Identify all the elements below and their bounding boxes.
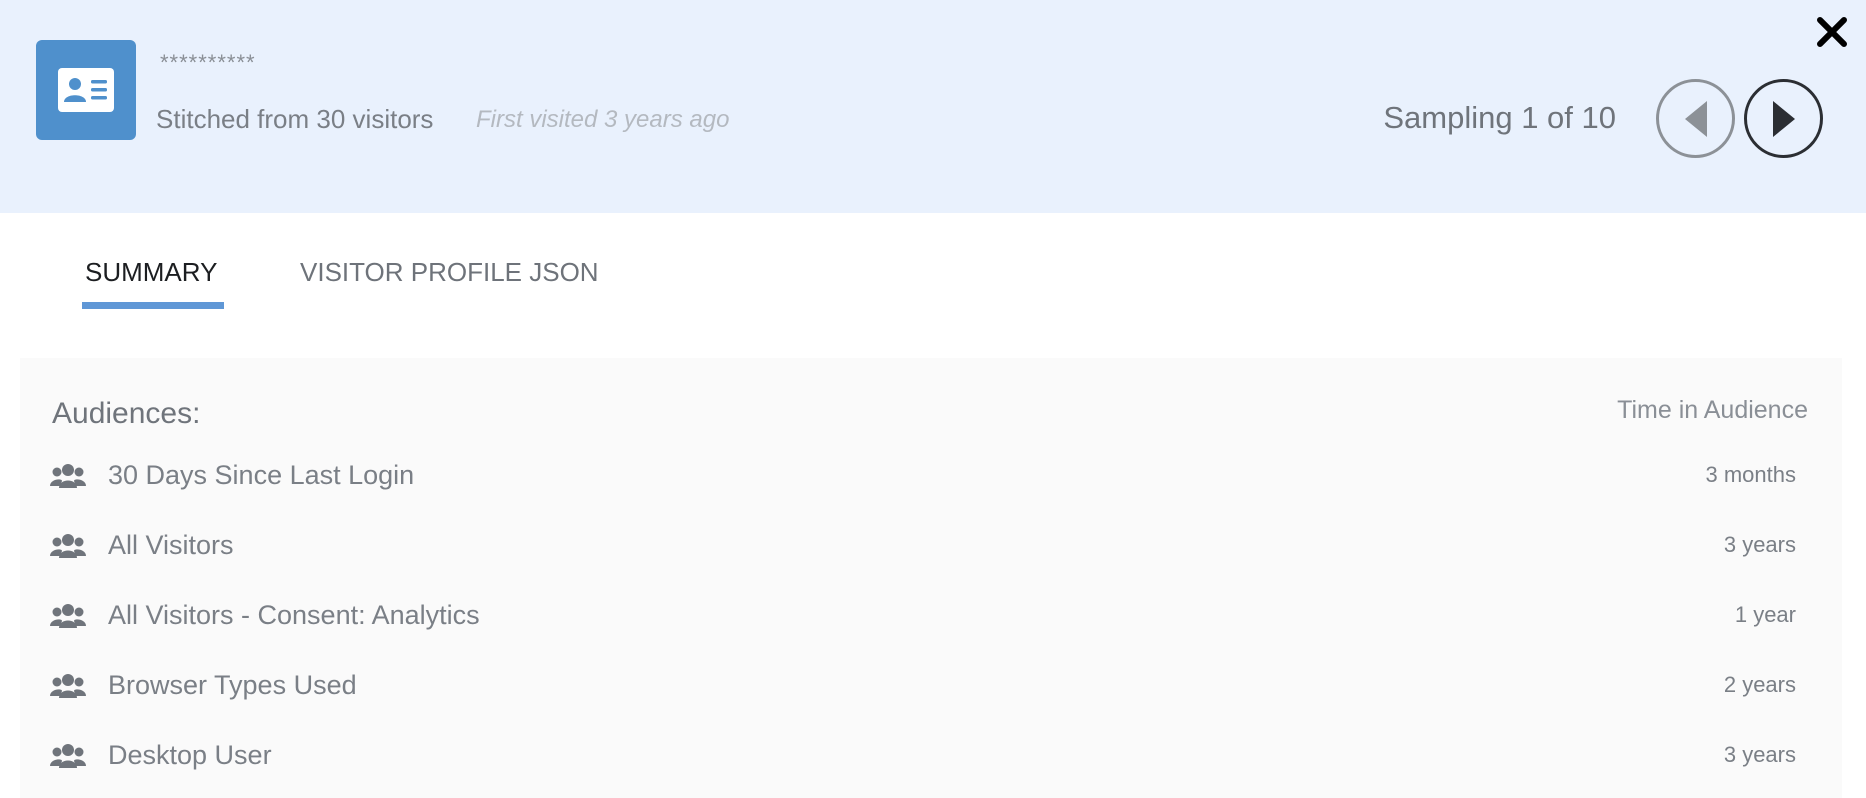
- close-icon: [1817, 17, 1847, 47]
- audiences-heading: Audiences:: [52, 397, 201, 430]
- audience-name: Browser Types Used: [108, 670, 357, 700]
- group-icon: [50, 462, 86, 497]
- tab-visitor-profile-json[interactable]: VISITOR PROFILE JSON: [300, 257, 599, 288]
- group-icon: [50, 742, 86, 777]
- audience-time: 3 years: [1723, 532, 1796, 557]
- visitor-avatar: [36, 40, 136, 140]
- active-tab-indicator: [82, 302, 224, 309]
- audience-name: Desktop User: [108, 740, 272, 770]
- audience-time: 2 years: [1723, 672, 1796, 697]
- group-icon: [50, 532, 86, 567]
- first-visited: First visited 3 years ago: [476, 106, 730, 133]
- triangle-right-icon: [1772, 100, 1795, 137]
- audience-time: 3 years: [1723, 742, 1796, 767]
- tab-summary[interactable]: SUMMARY: [85, 257, 217, 288]
- audience-row[interactable]: 30 Days Since Last Login 3 months: [50, 458, 1800, 498]
- id-card-icon: [58, 68, 114, 112]
- audience-row[interactable]: All Visitors - Consent: Analytics 1 year: [50, 598, 1800, 638]
- stitched-count: Stitched from 30 visitors: [156, 104, 434, 134]
- next-sample-button[interactable]: [1744, 79, 1823, 158]
- previous-sample-button[interactable]: [1656, 79, 1735, 158]
- sampling-indicator: Sampling 1 of 10: [1383, 100, 1616, 135]
- triangle-left-icon: [1684, 100, 1707, 137]
- audience-row[interactable]: Browser Types Used 2 years: [50, 668, 1800, 708]
- group-icon: [50, 602, 86, 637]
- audience-name: All Visitors - Consent: Analytics: [108, 600, 480, 630]
- close-button[interactable]: [1814, 14, 1850, 50]
- summary-panel: [20, 358, 1842, 798]
- group-icon: [50, 672, 86, 707]
- audience-time: 3 months: [1705, 462, 1797, 487]
- audience-name: 30 Days Since Last Login: [108, 460, 415, 490]
- audience-row[interactable]: Desktop User 3 years: [50, 738, 1800, 778]
- visitor-header: ********** Stitched from 30 visitors Fir…: [0, 0, 1866, 213]
- audience-name: All Visitors: [108, 530, 234, 560]
- audience-row[interactable]: All Visitors 3 years: [50, 528, 1800, 568]
- visitor-id: **********: [160, 50, 256, 75]
- time-in-audience-header: Time in Audience: [1617, 396, 1808, 424]
- audience-time: 1 year: [1734, 602, 1796, 627]
